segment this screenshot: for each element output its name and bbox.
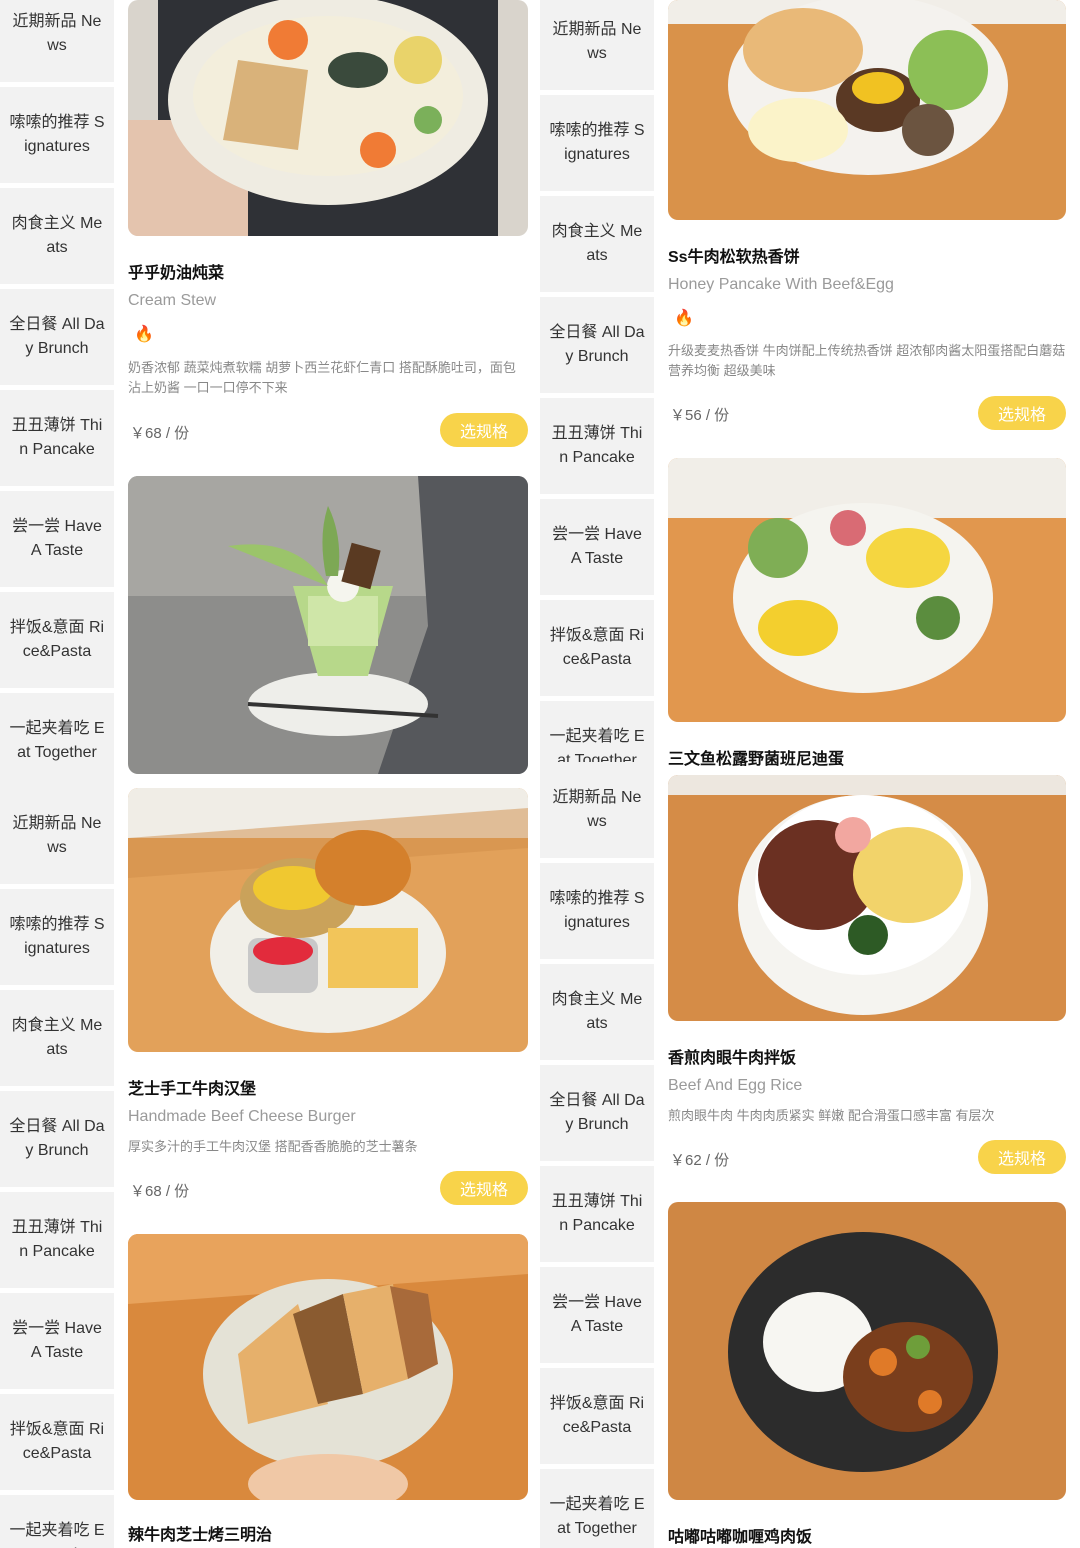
sidebar-item-brunch[interactable]: 全日餐 All Da y Brunch: [540, 1065, 654, 1161]
sidebar-item-meats[interactable]: 肉食主义 Me ats: [540, 196, 654, 292]
select-spec-button[interactable]: 选规格: [440, 413, 528, 447]
sidebar-item-pancake[interactable]: 丑丑薄饼 Thi n Pancake: [0, 1192, 114, 1288]
beef-rice-image: [668, 775, 1066, 1021]
dish-photo-salmon-benedict[interactable]: [668, 458, 1066, 722]
sidebar-item-rice-pasta[interactable]: 拌饭&意面 Ri ce&Pasta: [540, 600, 654, 696]
select-spec-button[interactable]: 选规格: [978, 1140, 1066, 1174]
dish-price: ￥68 / 份: [130, 1183, 190, 1200]
sidebar-item-meats[interactable]: 肉食主义 Me ats: [0, 990, 114, 1086]
dish-photo-cream-stew[interactable]: [128, 0, 528, 236]
sidebar-item-brunch[interactable]: 全日餐 All Da y Brunch: [540, 297, 654, 393]
dish-name: 香煎肉眼牛肉拌饭: [668, 1050, 797, 1067]
dish-photo-beef-sandwich[interactable]: [128, 1234, 528, 1500]
dish-photo-melon-parfait[interactable]: [128, 476, 528, 774]
dish-name: 三文鱼松露野菌班尼迪蛋: [668, 751, 845, 768]
sidebar-item-brunch[interactable]: 全日餐 All Da y Brunch: [0, 289, 114, 385]
fire-icon: 🔥: [134, 326, 154, 343]
dish-name: 辣牛肉芝士烤三明治: [128, 1527, 273, 1544]
sidebar-item-brunch[interactable]: 全日餐 All Da y Brunch: [0, 1091, 114, 1187]
sidebar-item-news[interactable]: 近期新品 Ne ws: [540, 762, 654, 858]
dish-photo-curry-rice[interactable]: [668, 1202, 1066, 1500]
dish-name: 乎乎奶油炖菜: [128, 265, 225, 282]
dish-english-name: Handmade Beef Cheese Burger: [128, 1108, 356, 1125]
sidebar-item-pancake[interactable]: 丑丑薄饼 Thi n Pancake: [540, 1166, 654, 1262]
sidebar-item-rice-pasta[interactable]: 拌饭&意面 Ri ce&Pasta: [0, 592, 114, 688]
sidebar-item-pancake[interactable]: 丑丑薄饼 Thi n Pancake: [540, 398, 654, 494]
dish-description: 奶香浓郁 蔬菜炖煮软糯 胡萝卜西兰花虾仁青口 搭配酥脆吐司，面包 沾上奶酱 一口…: [128, 360, 516, 395]
dish-photo-beef-burger[interactable]: [128, 788, 528, 1052]
sidebar-item-rice-pasta[interactable]: 拌饭&意面 Ri ce&Pasta: [0, 1394, 114, 1490]
left-screenshot-panel: 近期新品 Ne ws 嗦嗦的推荐 S ignatures 肉食主义 Me ats…: [0, 0, 540, 1548]
sidebar-item-taste[interactable]: 尝一尝 Have A Taste: [0, 491, 114, 587]
pancake-image: [668, 0, 1066, 220]
dish-photo-beef-rice[interactable]: [668, 775, 1066, 1021]
melon-parfait-image: [128, 476, 528, 774]
dish-description: 煎肉眼牛肉 牛肉肉质紧实 鲜嫩 配合滑蛋口感丰富 有层次: [668, 1108, 995, 1123]
sidebar-item-rice-pasta[interactable]: 拌饭&意面 Ri ce&Pasta: [540, 1368, 654, 1464]
sidebar-item-news[interactable]: 近期新品 Ne ws: [0, 788, 114, 884]
sidebar-item-news[interactable]: 近期新品 Ne ws: [0, 0, 114, 82]
sidebar-item-signatures[interactable]: 嗦嗦的推荐 S ignatures: [0, 87, 114, 183]
dish-price: ￥62 / 份: [670, 1152, 730, 1169]
curry-rice-image: [668, 1202, 1066, 1500]
beef-sandwich-image: [128, 1234, 528, 1500]
sidebar-item-news[interactable]: 近期新品 Ne ws: [540, 0, 654, 90]
dish-name: 芝士手工牛肉汉堡: [128, 1081, 257, 1098]
sidebar-item-together[interactable]: 一起夹着吃 E at Together: [540, 1469, 654, 1548]
sidebar-item-signatures[interactable]: 嗦嗦的推荐 S ignatures: [0, 889, 114, 985]
sidebar-item-taste[interactable]: 尝一尝 Have A Taste: [540, 499, 654, 595]
sidebar-item-meats[interactable]: 肉食主义 Me ats: [540, 964, 654, 1060]
dish-english-name: Honey Pancake With Beef&Egg: [668, 276, 894, 293]
sidebar-item-signatures[interactable]: 嗦嗦的推荐 S ignatures: [540, 863, 654, 959]
beef-burger-image: [128, 788, 528, 1052]
select-spec-button[interactable]: 选规格: [978, 396, 1066, 430]
sidebar-item-together[interactable]: 一起夹着吃 E at Together: [0, 693, 114, 789]
sidebar-item-signatures[interactable]: 嗦嗦的推荐 S ignatures: [540, 95, 654, 191]
sidebar-item-taste[interactable]: 尝一尝 Have A Taste: [0, 1293, 114, 1389]
dish-price: ￥68 / 份: [130, 425, 190, 442]
sidebar-item-taste[interactable]: 尝一尝 Have A Taste: [540, 1267, 654, 1363]
dish-name: 咕嘟咕嘟咖喱鸡肉饭: [668, 1529, 813, 1546]
dish-english-name: Beef And Egg Rice: [668, 1077, 803, 1094]
dish-description: 厚实多汁的手工牛肉汉堡 搭配香香脆脆的芝士薯条: [128, 1139, 418, 1154]
fire-icon: 🔥: [674, 310, 694, 327]
right-screenshot-panel: 近期新品 Ne ws 嗦嗦的推荐 S ignatures 肉食主义 Me ats…: [540, 0, 1080, 1548]
sidebar-item-meats[interactable]: 肉食主义 Me ats: [0, 188, 114, 284]
cream-stew-image: [128, 0, 528, 236]
select-spec-button[interactable]: 选规格: [440, 1171, 528, 1205]
dish-photo-pancake[interactable]: [668, 0, 1066, 220]
dish-list: 乎乎奶油炖菜 Cream Stew 🔥 奶香浓郁 蔬菜炖煮软糯 胡萝卜西兰花虾仁…: [128, 0, 528, 1548]
dish-name: Ss牛肉松软热香饼: [668, 249, 800, 266]
sidebar-item-together[interactable]: 一起夹着吃 E at Together: [0, 1495, 114, 1548]
sidebar-item-pancake[interactable]: 丑丑薄饼 Thi n Pancake: [0, 390, 114, 486]
dish-list: Ss牛肉松软热香饼 Honey Pancake With Beef&Egg 🔥 …: [668, 0, 1066, 1548]
dish-price: ￥56 / 份: [670, 407, 730, 424]
dish-description: 升级麦麦热香饼 牛肉饼配上传统热香饼 超浓郁肉酱太阳蛋搭配白蘑菇 营养均衡 超级…: [668, 343, 1066, 378]
salmon-benedict-image: [668, 458, 1066, 722]
dish-english-name: Cream Stew: [128, 292, 217, 309]
